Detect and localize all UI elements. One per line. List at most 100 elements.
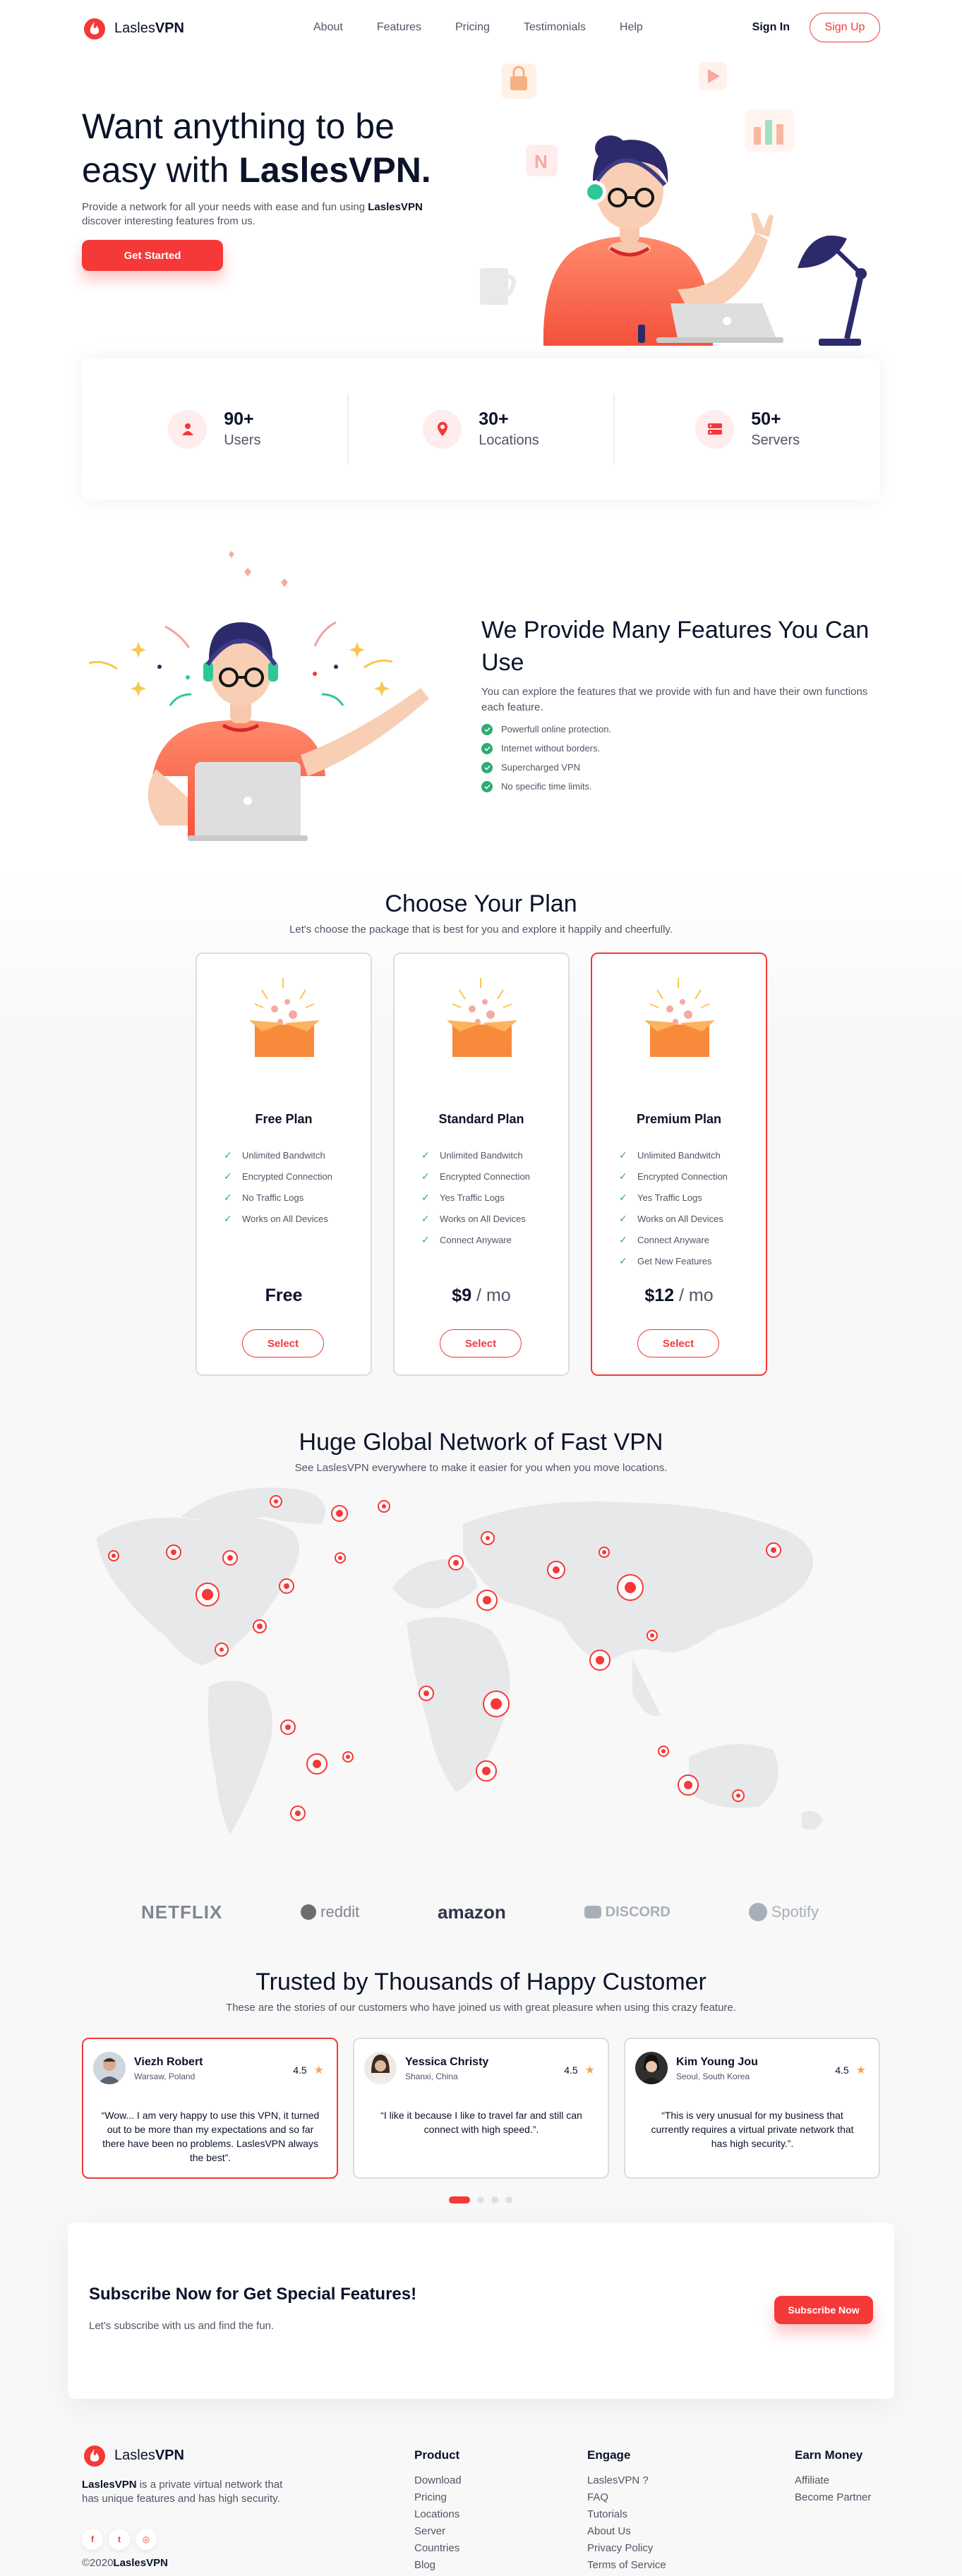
- star-icon: ★: [313, 2064, 324, 2076]
- plans-title: Choose Your Plan: [385, 890, 577, 917]
- discord-logo: DISCORD: [584, 1904, 671, 1921]
- carousel-dot-active[interactable]: [449, 2196, 470, 2203]
- footer-link[interactable]: Download: [414, 2472, 462, 2489]
- carousel-dot[interactable]: [477, 2196, 484, 2203]
- plans-subtitle: Let's choose the package that is best fo…: [289, 924, 673, 936]
- footer-column-title: Product: [414, 2448, 460, 2462]
- nav-link-help[interactable]: Help: [620, 21, 643, 34]
- carousel-dot[interactable]: [505, 2196, 512, 2203]
- carousel-dot[interactable]: [491, 2196, 498, 2203]
- get-started-button[interactable]: Get Started: [82, 240, 223, 271]
- nav-links: About Features Pricing Testimonials Help: [313, 21, 643, 34]
- customer-location: Shanxi, China: [405, 2072, 458, 2081]
- select-plan-button[interactable]: Select: [440, 1329, 522, 1357]
- instagram-icon[interactable]: ◎: [136, 2529, 157, 2550]
- footer-link[interactable]: Affiliate: [795, 2472, 871, 2489]
- subscribe-description: Let's subscribe with us and find the fun…: [89, 2320, 275, 2332]
- checkmark-icon: ✓: [619, 1233, 627, 1245]
- footer-link[interactable]: Countries: [414, 2540, 462, 2557]
- hero-section: Want anything to be easy with LaslesVPN.…: [0, 56, 962, 346]
- footer-link[interactable]: Privacy Policy: [587, 2540, 666, 2557]
- check-circle-icon: [481, 742, 493, 754]
- server-marker: [108, 1550, 119, 1561]
- network-title: Huge Global Network of Fast VPN: [299, 1429, 663, 1456]
- twitter-icon[interactable]: t: [109, 2529, 130, 2550]
- server-marker: [617, 1574, 644, 1601]
- plan-feature: ✓ Works on All Devices: [619, 1212, 723, 1224]
- customer-name: Kim Young Jou: [676, 2056, 758, 2068]
- plan-feature: ✓ Unlimited Bandwitch: [421, 1149, 523, 1161]
- server-marker: [306, 1753, 327, 1774]
- brand-logo[interactable]: LaslesVPN: [82, 16, 184, 41]
- testimonial-card[interactable]: Yessica Christy Shanxi, China 4.5 ★ “I li…: [353, 2038, 609, 2179]
- checkmark-icon: ✓: [421, 1170, 430, 1182]
- plan-price: $9 / mo: [452, 1286, 511, 1305]
- footer-link[interactable]: Pricing: [414, 2489, 462, 2506]
- server-marker: [448, 1555, 464, 1571]
- subscribe-card: Subscribe Now for Get Special Features! …: [68, 2223, 894, 2399]
- stat-value: 50+: [751, 409, 781, 429]
- avatar: [635, 2052, 668, 2084]
- footer-link[interactable]: FAQ: [587, 2489, 666, 2506]
- checkmark-icon: ✓: [619, 1191, 627, 1203]
- server-marker: [215, 1643, 229, 1657]
- hero-title: Want anything to be easy with LaslesVPN.: [82, 107, 431, 190]
- features-title: We Provide Many Features You Can Use: [481, 617, 870, 676]
- server-marker: [547, 1561, 565, 1579]
- nav-link-pricing[interactable]: Pricing: [455, 21, 490, 34]
- server-marker: [481, 1531, 495, 1545]
- footer-link[interactable]: Locations: [414, 2506, 462, 2523]
- plan-name: Premium Plan: [636, 1112, 722, 1126]
- brand-name: LaslesVPN: [114, 2447, 184, 2463]
- footer-link[interactable]: Tutorials: [587, 2506, 666, 2523]
- nav-link-testimonials[interactable]: Testimonials: [524, 21, 586, 34]
- footer-column-engage: Engage LaslesVPN ? FAQ Tutorials About U…: [587, 2448, 666, 2574]
- plan-card-standard: Standard Plan ✓ Unlimited Bandwitch ✓ Encr…: [393, 953, 570, 1376]
- testimonials-title: Trusted by Thousands of Happy Customer: [255, 1969, 707, 1995]
- stat-label: Locations: [479, 433, 539, 448]
- footer-brand[interactable]: LaslesVPN: [82, 2443, 184, 2468]
- stat-value: 30+: [479, 409, 509, 429]
- stat-value: 90+: [224, 409, 254, 429]
- customer-location: Seoul, South Korea: [676, 2072, 750, 2081]
- testimonial-card[interactable]: Viezh Robert Warsaw, Poland 4.5 ★ “Wow...…: [82, 2038, 338, 2179]
- testimonial-quote: “Wow... I am very happy to use this VPN,…: [101, 2110, 320, 2163]
- plan-price: Free: [265, 1286, 303, 1305]
- rating: 4.5 ★: [293, 2064, 324, 2076]
- footer-link[interactable]: Become Partner: [795, 2489, 871, 2506]
- footer-link[interactable]: Terms of Service: [587, 2557, 666, 2574]
- select-plan-button[interactable]: Select: [637, 1329, 719, 1357]
- carousel-pagination: [449, 2196, 512, 2203]
- nav-link-about[interactable]: About: [313, 21, 343, 34]
- world-map: [96, 1487, 823, 1834]
- subscribe-button[interactable]: Subscribe Now: [774, 2296, 873, 2324]
- server-marker: [166, 1544, 181, 1560]
- stat-label: Servers: [751, 433, 800, 448]
- footer-link[interactable]: LaslesVPN ?: [587, 2472, 666, 2489]
- testimonials-header: Trusted by Thousands of Happy Customer T…: [0, 1969, 962, 2014]
- copyright: ©2020LaslesVPN: [82, 2557, 168, 2569]
- avatar: [364, 2052, 397, 2084]
- customer-location: Warsaw, Poland: [134, 2072, 196, 2081]
- checkmark-icon: ✓: [421, 1212, 430, 1224]
- footer-link[interactable]: Blog: [414, 2557, 462, 2574]
- footer-link[interactable]: About Us: [587, 2523, 666, 2540]
- sign-up-button[interactable]: Sign Up: [810, 13, 880, 42]
- sign-in-link[interactable]: Sign In: [752, 21, 790, 34]
- plans-grid: Free Plan ✓ Unlimited Bandwitch ✓ Encrypte…: [196, 953, 767, 1376]
- plan-feature: ✓ No Traffic Logs: [224, 1191, 304, 1203]
- server-marker: [331, 1505, 348, 1522]
- footer-link[interactable]: Server: [414, 2523, 462, 2540]
- server-marker: [342, 1751, 354, 1762]
- server-marker: [196, 1583, 220, 1607]
- check-circle-icon: [481, 780, 493, 792]
- customer-name: Yessica Christy: [405, 2056, 489, 2068]
- plan-feature: ✓ Unlimited Bandwitch: [619, 1149, 721, 1161]
- plan-name: Standard Plan: [438, 1112, 524, 1126]
- server-marker: [476, 1760, 497, 1782]
- facebook-icon[interactable]: f: [82, 2529, 103, 2550]
- testimonial-card[interactable]: Kim Young Jou Seoul, South Korea 4.5 ★ “T…: [624, 2038, 880, 2179]
- select-plan-button[interactable]: Select: [242, 1329, 324, 1357]
- nav-link-features[interactable]: Features: [377, 21, 421, 34]
- gift-box-icon: [644, 978, 715, 1057]
